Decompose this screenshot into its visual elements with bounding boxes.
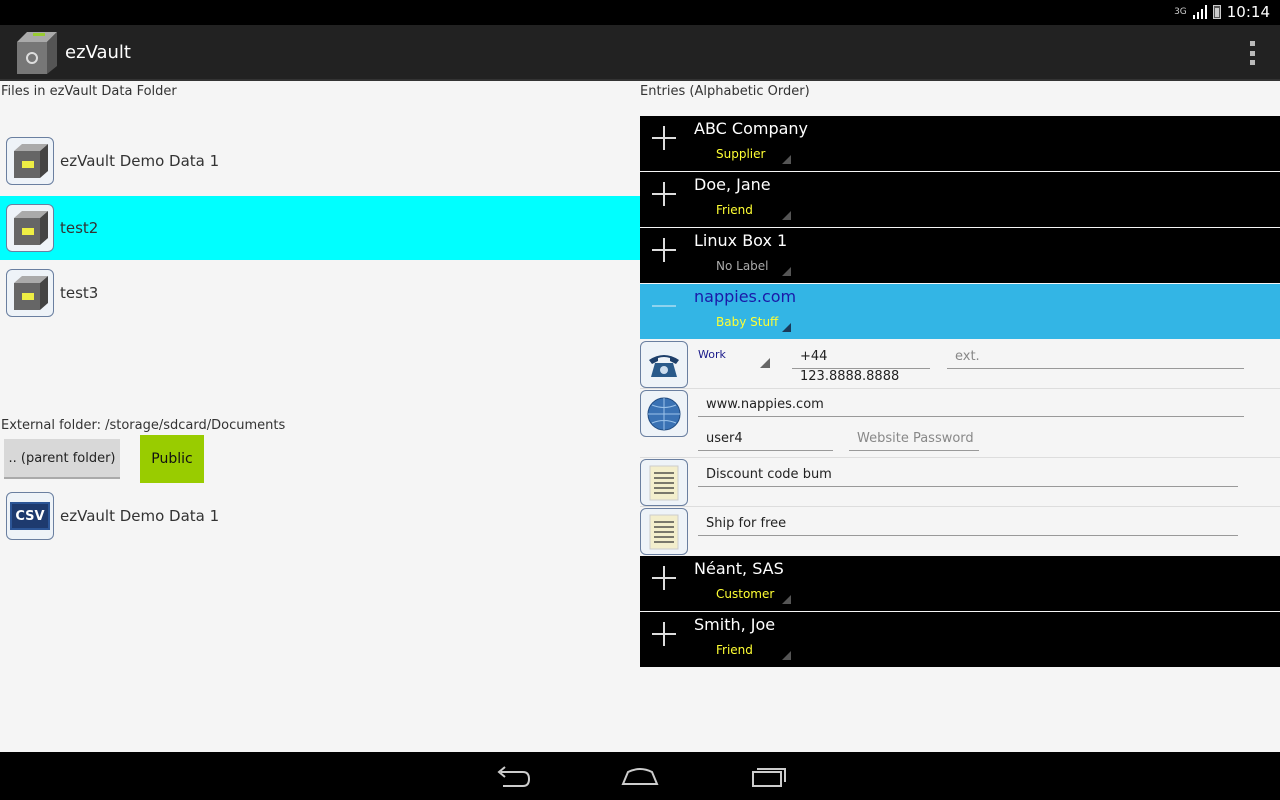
telephone-icon[interactable] xyxy=(640,341,688,388)
collapse-minus-icon[interactable] xyxy=(652,294,676,318)
entry-neant-sas[interactable]: Néant, SAS Customer xyxy=(640,556,1280,611)
note-detail-row: Discount code bum xyxy=(640,458,1280,507)
file-name: test2 xyxy=(60,219,99,237)
entry-nappies-com[interactable]: nappies.com Baby Stuff xyxy=(640,284,1280,339)
website-password-field[interactable]: Website Password xyxy=(849,429,979,451)
entry-name: Smith, Joe xyxy=(694,615,776,634)
note-detail-row: Ship for free xyxy=(640,507,1280,556)
entry-name: Doe, Jane xyxy=(694,175,771,194)
expand-plus-icon[interactable] xyxy=(652,238,676,262)
entries-section-label: Entries (Alphabetic Order) xyxy=(640,84,810,99)
external-folder-label: External folder: /storage/sdcard/Documen… xyxy=(1,418,286,433)
label-dropdown-icon[interactable] xyxy=(782,211,791,220)
entry-name: nappies.com xyxy=(694,287,797,306)
vault-file-icon xyxy=(6,137,54,185)
recent-apps-icon[interactable] xyxy=(749,762,789,790)
expand-plus-icon[interactable] xyxy=(652,182,676,206)
entry-name: ABC Company xyxy=(694,119,809,138)
file-name: ezVault Demo Data 1 xyxy=(60,507,220,525)
entry-doe-jane[interactable]: Doe, Jane Friend xyxy=(640,172,1280,227)
home-icon[interactable] xyxy=(620,762,660,790)
entry-name: Linux Box 1 xyxy=(694,231,788,250)
csv-file-icon: CSV xyxy=(6,492,54,540)
note-field[interactable]: Discount code bum xyxy=(698,465,1238,487)
entry-label[interactable]: Customer xyxy=(716,587,774,601)
battery-icon xyxy=(1212,5,1221,19)
action-bar: ezVault xyxy=(0,25,1280,81)
label-dropdown-icon[interactable] xyxy=(782,155,791,164)
label-dropdown-icon[interactable] xyxy=(782,651,791,660)
parent-folder-button[interactable]: .. (parent folder) xyxy=(4,439,120,479)
note-icon[interactable] xyxy=(640,459,688,506)
expand-plus-icon[interactable] xyxy=(652,126,676,150)
phone-ext-field[interactable]: ext. xyxy=(947,347,1244,369)
clock: 10:14 xyxy=(1226,3,1270,21)
vault-file-icon xyxy=(6,204,54,252)
expand-plus-icon[interactable] xyxy=(652,622,676,646)
label-dropdown-icon[interactable] xyxy=(782,595,791,604)
back-icon[interactable] xyxy=(493,762,533,790)
vault-file-icon xyxy=(6,269,54,317)
entry-smith-joe[interactable]: Smith, Joe Friend xyxy=(640,612,1280,667)
web-detail-row: www.nappies.com user4 Website Password xyxy=(640,389,1280,458)
phone-number-field[interactable]: +44 123.8888.8888 xyxy=(792,347,930,384)
website-user-field[interactable]: user4 xyxy=(698,429,833,451)
entry-name: Néant, SAS xyxy=(694,559,784,578)
entry-label[interactable]: Baby Stuff xyxy=(716,315,778,329)
phone-type-select[interactable]: Work xyxy=(698,348,770,368)
network-type: 3G xyxy=(1174,7,1187,17)
external-file-row-ezvault-demo-data-1[interactable]: CSV ezVault Demo Data 1 xyxy=(0,484,640,548)
app-title: ezVault xyxy=(65,42,131,63)
file-name: ezVault Demo Data 1 xyxy=(60,152,220,170)
entry-abc-company[interactable]: ABC Company Supplier xyxy=(640,116,1280,171)
expand-plus-icon[interactable] xyxy=(652,566,676,590)
file-name: test3 xyxy=(60,284,99,302)
public-button[interactable]: Public xyxy=(140,435,204,483)
overflow-menu-icon[interactable] xyxy=(1248,41,1256,65)
status-bar: 3G 10:14 xyxy=(0,0,1280,25)
vault-app-icon[interactable] xyxy=(13,30,59,76)
label-dropdown-icon[interactable] xyxy=(782,267,791,276)
entry-label[interactable]: Friend xyxy=(716,643,753,657)
entry-label[interactable]: Supplier xyxy=(716,147,765,161)
globe-icon[interactable] xyxy=(640,390,688,437)
files-pane: Files in ezVault Data Folder ezVault Dem… xyxy=(0,81,640,752)
signal-icon xyxy=(1192,5,1207,19)
phone-detail-row: Work +44 123.8888.8888 ext. xyxy=(640,340,1280,389)
entries-pane: Entries (Alphabetic Order) ABC Company S… xyxy=(640,81,1280,752)
entry-linux-box-1[interactable]: Linux Box 1 No Label xyxy=(640,228,1280,283)
entry-label[interactable]: Friend xyxy=(716,203,753,217)
note-field[interactable]: Ship for free xyxy=(698,514,1238,536)
website-url-field[interactable]: www.nappies.com xyxy=(698,395,1244,417)
file-row-ezvault-demo-data-1[interactable]: ezVault Demo Data 1 xyxy=(0,129,640,193)
note-icon[interactable] xyxy=(640,508,688,555)
file-row-test3[interactable]: test3 xyxy=(0,261,640,325)
navigation-bar xyxy=(0,752,1280,800)
entry-label[interactable]: No Label xyxy=(716,259,769,273)
files-section-label: Files in ezVault Data Folder xyxy=(1,84,177,99)
file-row-test2[interactable]: test2 xyxy=(0,196,640,260)
label-dropdown-icon[interactable] xyxy=(782,323,791,332)
